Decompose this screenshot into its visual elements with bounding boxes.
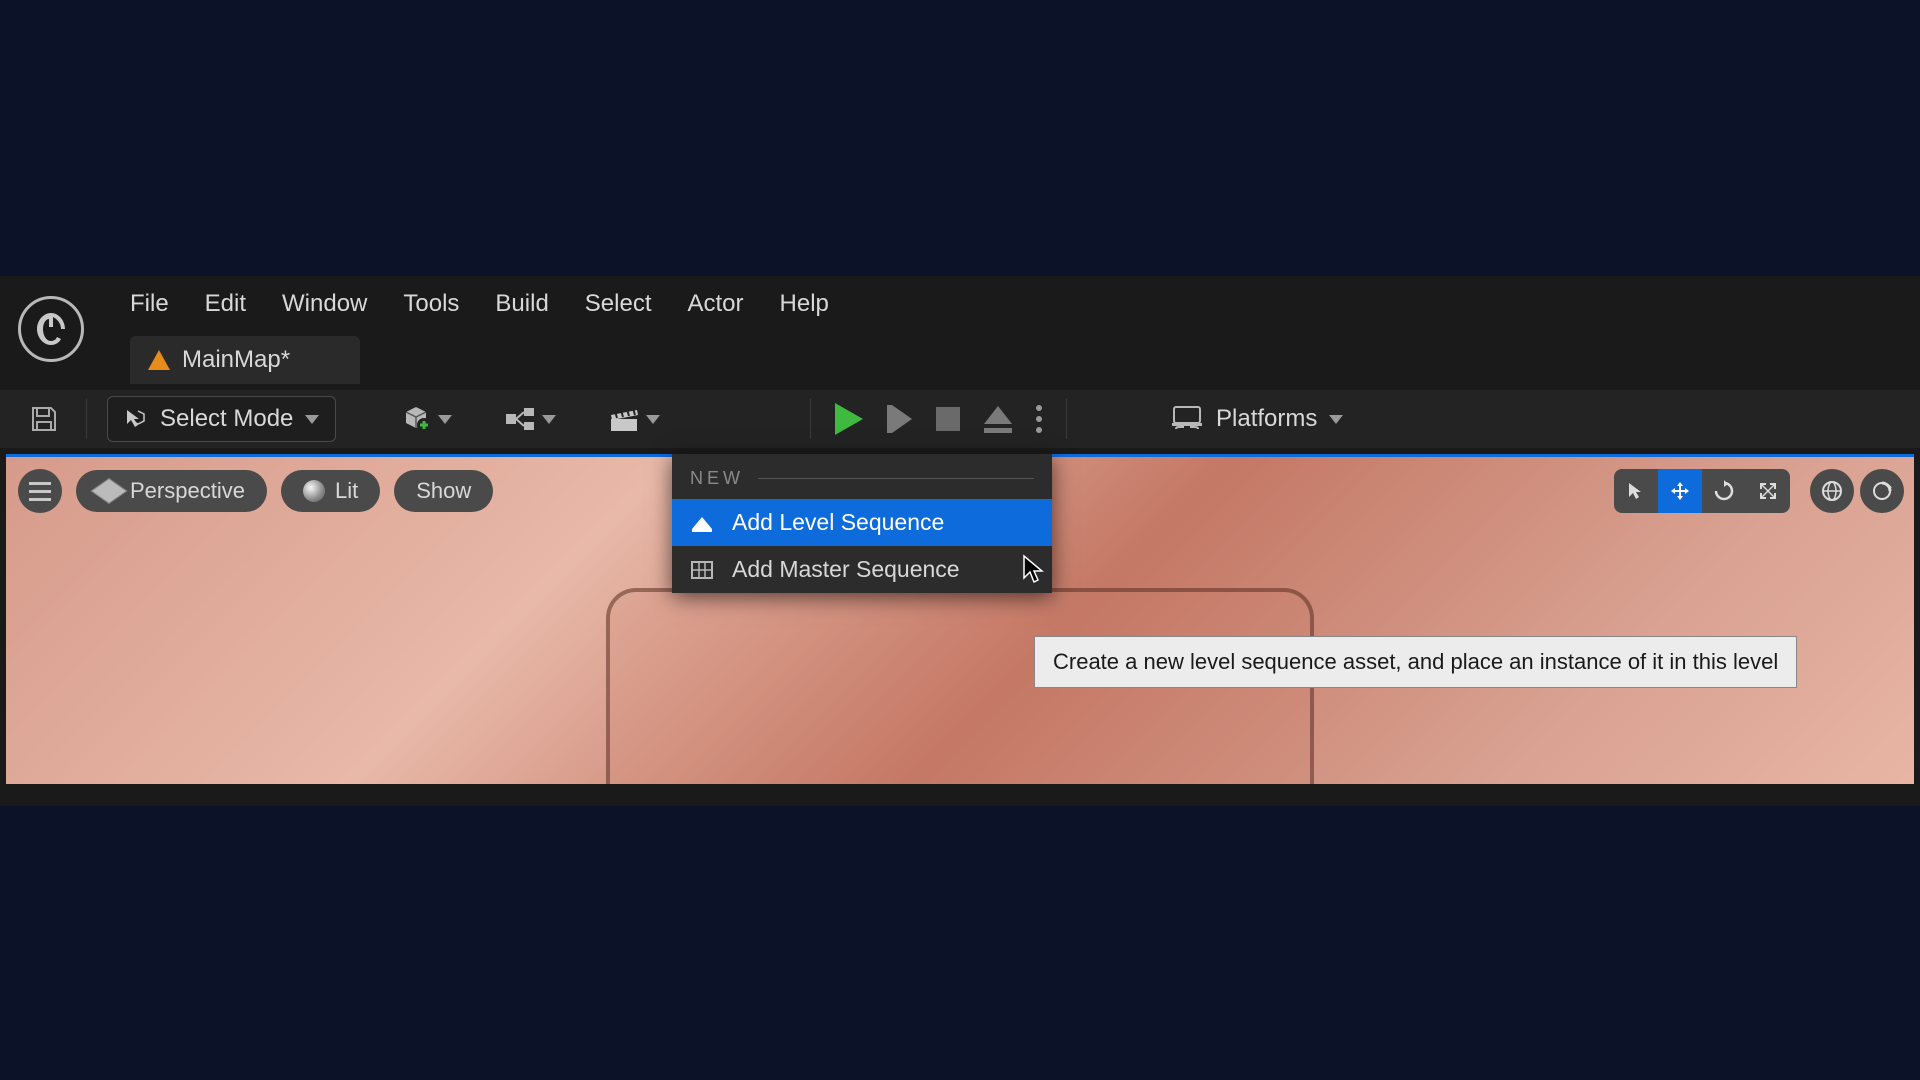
cinematics-dropdown: NEW Add Level Sequence Add Master Sequen… [672,454,1052,593]
step-tri-icon [892,405,912,433]
chevron-down-icon [305,415,319,424]
stop-button[interactable] [936,407,960,431]
mode-label: Select Mode [160,405,293,433]
show-button[interactable]: Show [394,470,493,512]
editor-window: File Edit Window Tools Build Select Acto… [0,276,1920,806]
menu-item-label: Add Master Sequence [732,556,960,583]
chevron-down-icon [542,415,556,424]
move-icon [1669,480,1691,502]
pointer-icon [1626,481,1646,501]
menu-tools[interactable]: Tools [403,290,459,318]
playback-controls [810,390,1067,448]
snap-settings-button[interactable] [1860,469,1904,513]
chevron-down-icon [1329,415,1343,424]
blueprint-icon [504,406,536,432]
lit-button[interactable]: Lit [281,470,380,512]
unreal-icon [31,309,71,349]
dropdown-section-header: NEW [672,454,1052,499]
play-icon [835,403,863,435]
viewport-controls-left: Perspective Lit Show [18,469,493,513]
menu-edit[interactable]: Edit [205,290,246,318]
viewport-controls-right [1614,469,1904,513]
blueprint-button[interactable] [496,400,564,438]
tooltip: Create a new level sequence asset, and p… [1034,636,1797,688]
tab-row: MainMap* [130,336,360,384]
level-sequence-icon [690,513,714,533]
cursor-cube-icon [124,407,148,431]
chevron-down-icon [438,415,452,424]
save-button[interactable] [22,397,66,441]
add-content-button[interactable] [392,397,460,441]
rotate-icon [1713,480,1735,502]
step-button[interactable] [887,405,912,433]
show-label: Show [416,478,471,504]
save-icon [29,404,59,434]
menu-bar: File Edit Window Tools Build Select Acto… [130,290,829,318]
mouse-cursor [1022,554,1044,584]
platforms-icon [1170,405,1204,433]
main-toolbar: Select Mode [0,390,1920,448]
dropdown-section-label: NEW [690,468,744,489]
eject-bar-icon [984,428,1012,433]
toolbar-divider [810,399,811,439]
add-level-sequence-item[interactable]: Add Level Sequence [672,499,1052,546]
menu-window[interactable]: Window [282,290,367,318]
eject-button[interactable] [984,406,1012,433]
sphere-icon [303,480,325,502]
play-button[interactable] [835,403,863,435]
tab-mainmap[interactable]: MainMap* [130,336,360,384]
clapperboard-icon [608,405,640,433]
globe-icon [1820,479,1844,503]
tab-label: MainMap* [182,346,290,374]
cube-icon [91,478,128,504]
perspective-label: Perspective [130,478,245,504]
menu-build[interactable]: Build [495,290,548,318]
platforms-label: Platforms [1216,405,1317,433]
menu-file[interactable]: File [130,290,169,318]
rotate-tool-button[interactable] [1702,469,1746,513]
toolbar-divider [86,399,87,439]
menu-select[interactable]: Select [585,290,652,318]
menu-actor[interactable]: Actor [688,290,744,318]
snap-icon [1870,479,1894,503]
menu-item-label: Add Level Sequence [732,509,944,536]
level-icon [148,350,170,370]
unreal-logo[interactable] [18,296,84,362]
perspective-button[interactable]: Perspective [76,470,267,512]
play-options-button[interactable] [1036,405,1042,433]
add-cube-icon [400,403,432,435]
viewport-hamburger-button[interactable] [18,469,62,513]
toolbar-divider [1066,399,1067,439]
coordinate-system-button[interactable] [1810,469,1854,513]
menu-help[interactable]: Help [780,290,829,318]
scale-tool-button[interactable] [1746,469,1790,513]
translate-tool-button[interactable] [1658,469,1702,513]
lit-label: Lit [335,478,358,504]
stop-icon [936,407,960,431]
chevron-down-icon [646,415,660,424]
tooltip-text: Create a new level sequence asset, and p… [1053,649,1778,674]
select-mode-button[interactable]: Select Mode [107,396,336,442]
select-tool-button[interactable] [1614,469,1658,513]
master-sequence-icon [690,560,714,580]
add-master-sequence-item[interactable]: Add Master Sequence [672,546,1052,593]
eject-tri-icon [984,406,1012,424]
platforms-button[interactable]: Platforms [1170,390,1343,448]
scale-icon [1758,481,1778,501]
cinematics-button[interactable] [600,399,668,439]
